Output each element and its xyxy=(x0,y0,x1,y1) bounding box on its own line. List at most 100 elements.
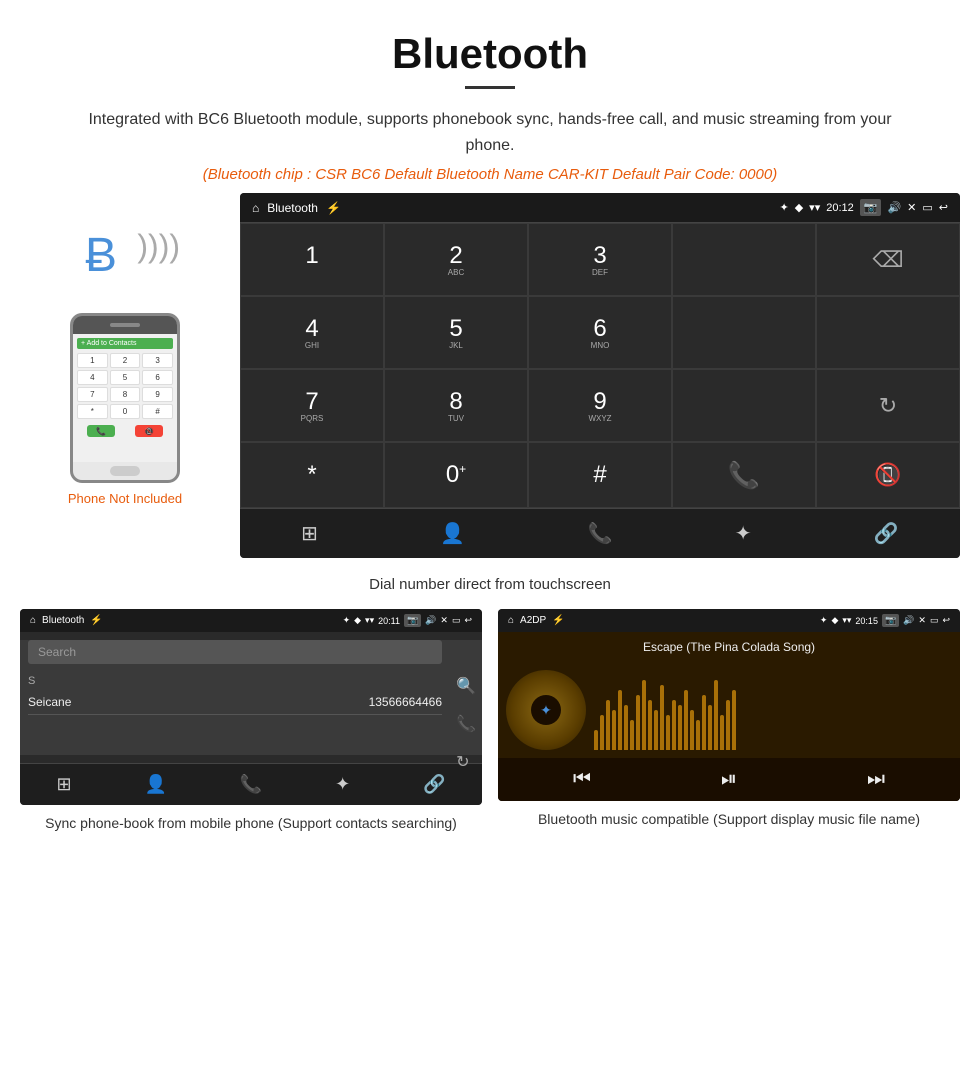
refresh-side-icon[interactable]: ↻ xyxy=(456,752,476,772)
bluetooth-icon-area: )))) Ƀ xyxy=(65,223,185,303)
back-icon[interactable]: ↩ xyxy=(939,201,948,214)
pb-nav-phone[interactable]: 📞 xyxy=(240,774,262,795)
phone-home-button xyxy=(110,466,140,476)
location-icon: ◆ xyxy=(795,201,803,214)
pb-nav-contacts[interactable]: 👤 xyxy=(144,774,166,795)
visualizer-bar xyxy=(618,690,622,750)
visualizer-bar xyxy=(702,695,706,750)
phone-key-2: 2 xyxy=(110,353,141,368)
call-side-icon[interactable]: 📞 xyxy=(456,714,476,734)
visualizer-bar xyxy=(672,700,676,750)
nav-dialpad-icon[interactable]: ⊞ xyxy=(301,521,318,546)
visualizer-bar xyxy=(594,730,598,750)
dial-key-8[interactable]: 8TUV xyxy=(384,369,528,442)
contact-number: 13566664466 xyxy=(369,695,442,709)
volume-icon[interactable]: 🔊 xyxy=(887,201,901,214)
nav-contacts-icon[interactable]: 👤 xyxy=(440,521,465,546)
visualizer-bar xyxy=(606,700,610,750)
music-screen-label: A2DP xyxy=(520,615,546,626)
phone-key-star: * xyxy=(77,404,108,419)
phone-key-1: 1 xyxy=(77,353,108,368)
dial-key-7[interactable]: 7PQRS xyxy=(240,369,384,442)
dial-screen-topbar: ⌂ Bluetooth ⚡ ✦ ◆ ▾▾ 20:12 📷 🔊 ✕ ▭ ↩ xyxy=(240,193,960,222)
pb-nav-dialpad[interactable]: ⊞ xyxy=(56,774,71,795)
pb-cam-icon[interactable]: 📷 xyxy=(404,614,421,627)
pb-home-icon[interactable]: ⌂ xyxy=(30,615,36,626)
pb-back-icon[interactable]: ↩ xyxy=(464,615,472,626)
music-next-button[interactable]: ⏭ xyxy=(867,768,885,791)
dial-call-button[interactable]: 📞 xyxy=(672,442,816,508)
phone-key-4: 4 xyxy=(77,370,108,385)
music-bt-icon: ✦ xyxy=(820,615,828,626)
visualizer-bar xyxy=(732,690,736,750)
dial-key-6[interactable]: 6MNO xyxy=(528,296,672,369)
phone-key-6: 6 xyxy=(142,370,173,385)
music-album-art: ✦ xyxy=(506,670,586,750)
phonebook-body: Search S Seicane 13566664466 🔍 📞 ↻ xyxy=(20,640,482,755)
music-cam-icon[interactable]: 📷 xyxy=(882,614,899,627)
contact-list: S Seicane 13566664466 xyxy=(20,672,450,715)
music-close-icon[interactable]: ✕ xyxy=(918,615,926,626)
visualizer-bar xyxy=(666,715,670,750)
title-divider xyxy=(465,86,515,89)
pb-close-icon[interactable]: ✕ xyxy=(440,615,448,626)
visualizer-bar xyxy=(660,685,664,750)
music-back-icon[interactable]: ↩ xyxy=(942,615,950,626)
dial-key-9[interactable]: 9WXYZ xyxy=(528,369,672,442)
dial-key-0[interactable]: 0+ xyxy=(384,442,528,508)
topbar-right: ✦ ◆ ▾▾ 20:12 📷 🔊 ✕ ▭ ↩ xyxy=(779,199,948,216)
dial-empty-4 xyxy=(672,369,816,442)
pb-win-icon[interactable]: ▭ xyxy=(452,615,461,626)
phone-key-0: 0 xyxy=(110,404,141,419)
dial-key-hash[interactable]: # xyxy=(528,442,672,508)
music-loc-icon: ◆ xyxy=(831,615,838,626)
nav-phone-icon[interactable]: 📞 xyxy=(588,521,613,546)
visualizer-bar xyxy=(726,700,730,750)
nav-bluetooth-icon[interactable]: ✦ xyxy=(735,521,752,546)
dial-key-2[interactable]: 2ABC xyxy=(384,223,528,296)
window-icon[interactable]: ▭ xyxy=(922,201,932,214)
music-win-icon[interactable]: ▭ xyxy=(930,615,939,626)
dial-end-button[interactable]: 📵 xyxy=(816,442,960,508)
music-vol-icon[interactable]: 🔊 xyxy=(903,615,914,626)
music-prev-button[interactable]: ⏮ xyxy=(573,768,591,791)
dial-empty-2 xyxy=(672,296,816,369)
pb-vol-icon[interactable]: 🔊 xyxy=(425,615,436,626)
visualizer-bar xyxy=(654,710,658,750)
contact-row[interactable]: Seicane 13566664466 xyxy=(28,690,442,715)
dial-refresh-button[interactable]: ↻ xyxy=(816,369,960,442)
close-icon[interactable]: ✕ xyxy=(907,201,916,214)
music-screen: ⌂ A2DP ⚡ ✦ ◆ ▾▾ 20:15 📷 🔊 ✕ ▭ ↩ xyxy=(498,609,960,801)
pb-bt-icon: ✦ xyxy=(343,615,351,626)
search-side-icon[interactable]: 🔍 xyxy=(456,676,476,696)
signal-icon: ▾▾ xyxy=(809,201,820,214)
phonebook-search-bar[interactable]: Search xyxy=(28,640,442,664)
dial-caption: Dial number direct from touchscreen xyxy=(0,568,980,609)
visualizer-bar xyxy=(630,720,634,750)
visualizer-bar xyxy=(636,695,640,750)
pb-nav-link[interactable]: 🔗 xyxy=(423,774,445,795)
dial-key-5[interactable]: 5JKL xyxy=(384,296,528,369)
dialpad-grid: 1 2ABC 3DEF ⌫ 4GHI 5JKL 6MNO 7PQRS 8TUV … xyxy=(240,222,960,508)
dial-key-4[interactable]: 4GHI xyxy=(240,296,384,369)
home-icon[interactable]: ⌂ xyxy=(252,201,259,215)
pb-loc-icon: ◆ xyxy=(354,615,361,626)
pb-nav-bt[interactable]: ✦ xyxy=(335,774,350,795)
visualizer-bar xyxy=(720,715,724,750)
dial-key-3[interactable]: 3DEF xyxy=(528,223,672,296)
camera-icon[interactable]: 📷 xyxy=(860,199,882,216)
dial-key-1[interactable]: 1 xyxy=(240,223,384,296)
dial-key-star[interactable]: * xyxy=(240,442,384,508)
time-display: 20:12 xyxy=(826,202,854,214)
pb-screen-label: Bluetooth xyxy=(42,615,84,626)
nav-link-icon[interactable]: 🔗 xyxy=(874,521,899,546)
dial-backspace-button[interactable]: ⌫ xyxy=(816,223,960,296)
phone-end-button: 📵 xyxy=(135,425,163,437)
music-home-icon[interactable]: ⌂ xyxy=(508,615,514,626)
phone-call-button: 📞 xyxy=(87,425,115,437)
topbar-left: ⌂ Bluetooth ⚡ xyxy=(252,201,341,215)
phonebook-caption: Sync phone-book from mobile phone (Suppo… xyxy=(45,813,457,834)
phonebook-topbar: ⌂ Bluetooth ⚡ ✦ ◆ ▾▾ 20:11 📷 🔊 ✕ ▭ ↩ xyxy=(20,609,482,632)
music-playpause-button[interactable]: ⏯ xyxy=(721,768,737,791)
header-specs: (Bluetooth chip : CSR BC6 Default Blueto… xyxy=(80,166,900,183)
